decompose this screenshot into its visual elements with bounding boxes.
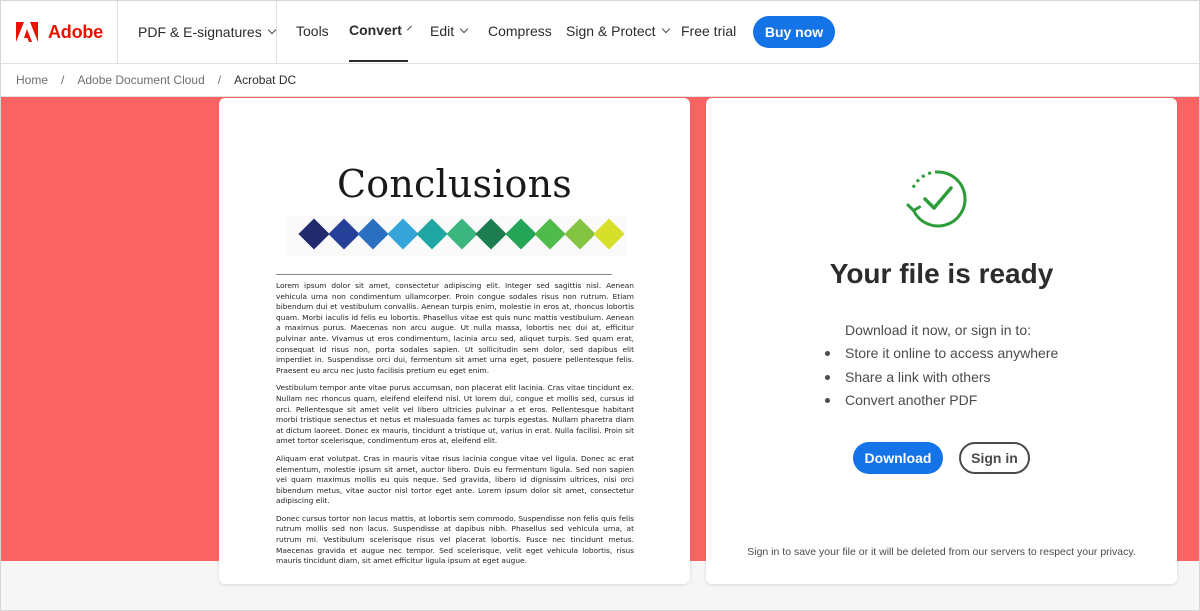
breadcrumb-document-cloud[interactable]: Adobe Document Cloud [77,73,204,87]
nav-sign-protect[interactable]: Sign & Protect [566,0,670,62]
nav-edit[interactable]: Edit [430,0,469,62]
buy-now-button[interactable]: Buy now [753,16,835,48]
breadcrumb: Home / Adobe Document Cloud / Acrobat DC [0,64,1200,97]
nav-free-trial[interactable]: Free trial [681,0,736,62]
preview-title: Conclusions [336,162,573,206]
sign-in-button[interactable]: Sign in [959,442,1030,474]
download-button[interactable]: Download [853,442,943,474]
nav-compress-label: Compress [488,23,552,39]
list-item: Store it online to access anywhere [824,345,1058,369]
privacy-note: Sign in to save your file or it will be … [747,546,1136,558]
ready-heading: Your file is ready [829,258,1054,289]
nav-compress[interactable]: Compress [488,0,552,62]
nav-edit-label: Edit [430,23,455,39]
checkmark-refresh-icon [906,170,967,228]
nav-convert-label: Convert [349,22,402,38]
swatch-diamond [563,218,596,250]
list-item: Share a link with others [824,369,1058,393]
nav-free-trial-label: Free trial [681,23,737,39]
breadcrumb-home[interactable]: Home [16,73,48,87]
swatch-diamond [357,218,389,250]
global-nav: Adobe PDF & E-signatures Tools Convert E… [0,0,1200,64]
preview-color-swatches [287,216,627,256]
swatch-diamond [534,218,566,250]
ready-lead-text: Download it now, or sign in to: [845,322,1031,338]
swatch-diamond [475,218,507,250]
swatch-diamond [386,218,419,250]
preview-divider [276,274,612,275]
breadcrumb-separator: / [61,73,65,87]
preview-paragraph: Lorem ipsum dolor sit amet, consectetur … [276,281,634,375]
breadcrumb-current: Acrobat DC [234,73,297,87]
product-menu[interactable]: PDF & E-signatures [119,0,277,64]
brand-name: Adobe [48,21,103,42]
preview-paragraph: Aliquam erat volutpat. Cras in mauris vi… [276,453,634,506]
nav-convert[interactable]: Convert [349,0,412,62]
chevron-down-icon [661,24,670,34]
nav-sign-protect-label: Sign & Protect [566,23,656,39]
adobe-logo-icon [16,22,38,42]
preview-body: Lorem ipsum dolor sit amet, consectetur … [276,281,634,574]
preview-paragraph: Vestibulum tempor ante vitae purus accum… [276,383,634,446]
adobe-logo[interactable]: Adobe [0,0,118,64]
swatch-diamond [593,218,625,250]
nav-tools[interactable]: Tools [296,0,329,62]
swatch-diamond [416,218,448,250]
chevron-down-icon [267,25,276,35]
swatch-diamond [504,218,537,250]
breadcrumb-separator: / [217,73,222,87]
preview-paragraph: Donec cursus tortor non lacus mattis, at… [276,513,634,566]
swatch-diamond [327,218,360,250]
nav-tools-label: Tools [296,23,329,39]
ready-benefits-list: Store it online to access anywhere Share… [824,345,1058,416]
product-menu-label: PDF & E-signatures [138,24,262,40]
chevron-down-icon [459,24,469,34]
document-preview-card: Conclusions Lorem ipsum dolor sit amet, … [219,98,690,584]
chevron-down-icon [406,25,412,31]
swatch-diamond [298,218,330,250]
swatch-diamond [445,218,478,250]
list-item: Convert another PDF [824,392,1058,416]
